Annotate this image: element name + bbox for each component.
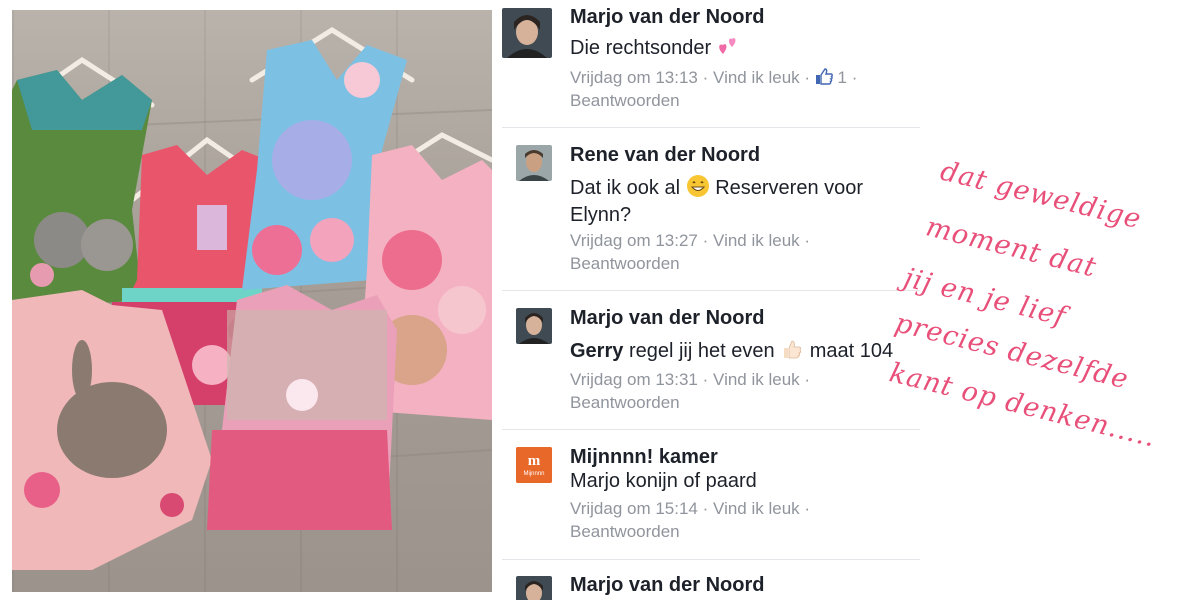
avatar[interactable] [502, 8, 552, 58]
comment-author[interactable]: Mijnnnn! kamer [570, 446, 718, 469]
comment-time[interactable]: Vrijdag om 13:31 [570, 370, 698, 389]
comment-author[interactable]: Marjo van der Noord [570, 307, 764, 330]
svg-text:m: m [528, 453, 541, 469]
dresses-illustration [12, 27, 492, 570]
separator: · [851, 68, 858, 87]
comment-item: Rene van der Noord Dat ik ook al Reserve… [492, 128, 920, 291]
separator: · [702, 499, 709, 518]
separator: · [702, 68, 709, 87]
thumbs-up-icon [784, 340, 802, 359]
comment-meta: Vrijdag om 13:31 · Vind ik leuk · Beantw… [570, 368, 910, 414]
comment-mention[interactable]: Gerry [570, 340, 623, 362]
comment-author[interactable]: Marjo van der Noord [570, 6, 764, 29]
reply-link[interactable]: Beantwoorden [570, 254, 680, 273]
comment-text: Dat ik ook al Reserveren voor Elynn? [570, 174, 910, 229]
separator: · [804, 370, 811, 389]
separator: · [804, 499, 811, 518]
like-link[interactable]: Vind ik leuk [713, 499, 800, 518]
comment-item: Marjo van der Noord Gerry regel jij het … [492, 291, 920, 430]
comment-author[interactable]: Rene van der Noord [570, 144, 760, 167]
like-link[interactable]: Vind ik leuk [713, 231, 800, 250]
avatar[interactable] [516, 308, 552, 344]
comment-author[interactable]: Marjo van der Noord [570, 574, 764, 597]
comment-meta: Vrijdag om 13:13 · Vind ik leuk · 1 · Be… [570, 66, 910, 112]
comment-item: Marjo van der Noord Die rechtsonder Vrij… [492, 0, 920, 128]
avatar[interactable] [516, 145, 552, 181]
handwritten-annotation: dat geweldige moment dat jij en je lief … [880, 156, 1200, 470]
comment-time[interactable]: Vrijdag om 15:14 [570, 499, 698, 518]
comment-time[interactable]: Vrijdag om 13:13 [570, 68, 698, 87]
comment-text: Die rechtsonder [570, 34, 910, 62]
comment-thread: Marjo van der Noord Die rechtsonder Vrij… [492, 0, 920, 600]
reply-link[interactable]: Beantwoorden [570, 91, 680, 110]
like-link[interactable]: Vind ik leuk [713, 68, 800, 87]
comment-text: Marjo konijn of paard [570, 470, 757, 492]
comment-text-content: Die rechtsonder [570, 37, 712, 59]
avatar-logo-text: Mijnnnn [523, 471, 544, 477]
dresses-photo [12, 10, 492, 592]
two-hearts-icon [718, 38, 736, 54]
avatar[interactable]: m Mijnnnn [516, 447, 552, 483]
comment-text-before: Dat ik ook al [570, 177, 681, 199]
comment-time[interactable]: Vrijdag om 13:27 [570, 231, 698, 250]
comment-item: m Mijnnnn Mijnnnn! kamer Marjo konijn of… [492, 430, 920, 560]
separator: · [702, 370, 709, 389]
grinning-face-icon [686, 175, 709, 197]
comment-item: Marjo van der Noord [492, 560, 920, 600]
comment-meta: Vrijdag om 13:27 · Vind ik leuk · Beantw… [570, 229, 910, 275]
reply-link[interactable]: Beantwoorden [570, 522, 680, 541]
separator: · [804, 68, 811, 87]
comment-text: Gerry regel jij het even maat 104 [570, 337, 910, 365]
avatar[interactable] [516, 576, 552, 600]
reply-link[interactable]: Beantwoorden [570, 393, 680, 412]
thumbs-up-like-icon [815, 68, 833, 85]
like-count[interactable]: 1 [838, 68, 847, 87]
separator: · [804, 231, 811, 250]
like-link[interactable]: Vind ik leuk [713, 370, 800, 389]
separator: · [702, 231, 709, 250]
comment-meta: Vrijdag om 15:14 · Vind ik leuk · Beantw… [570, 497, 910, 543]
comment-text-before: regel jij het even [628, 340, 775, 362]
